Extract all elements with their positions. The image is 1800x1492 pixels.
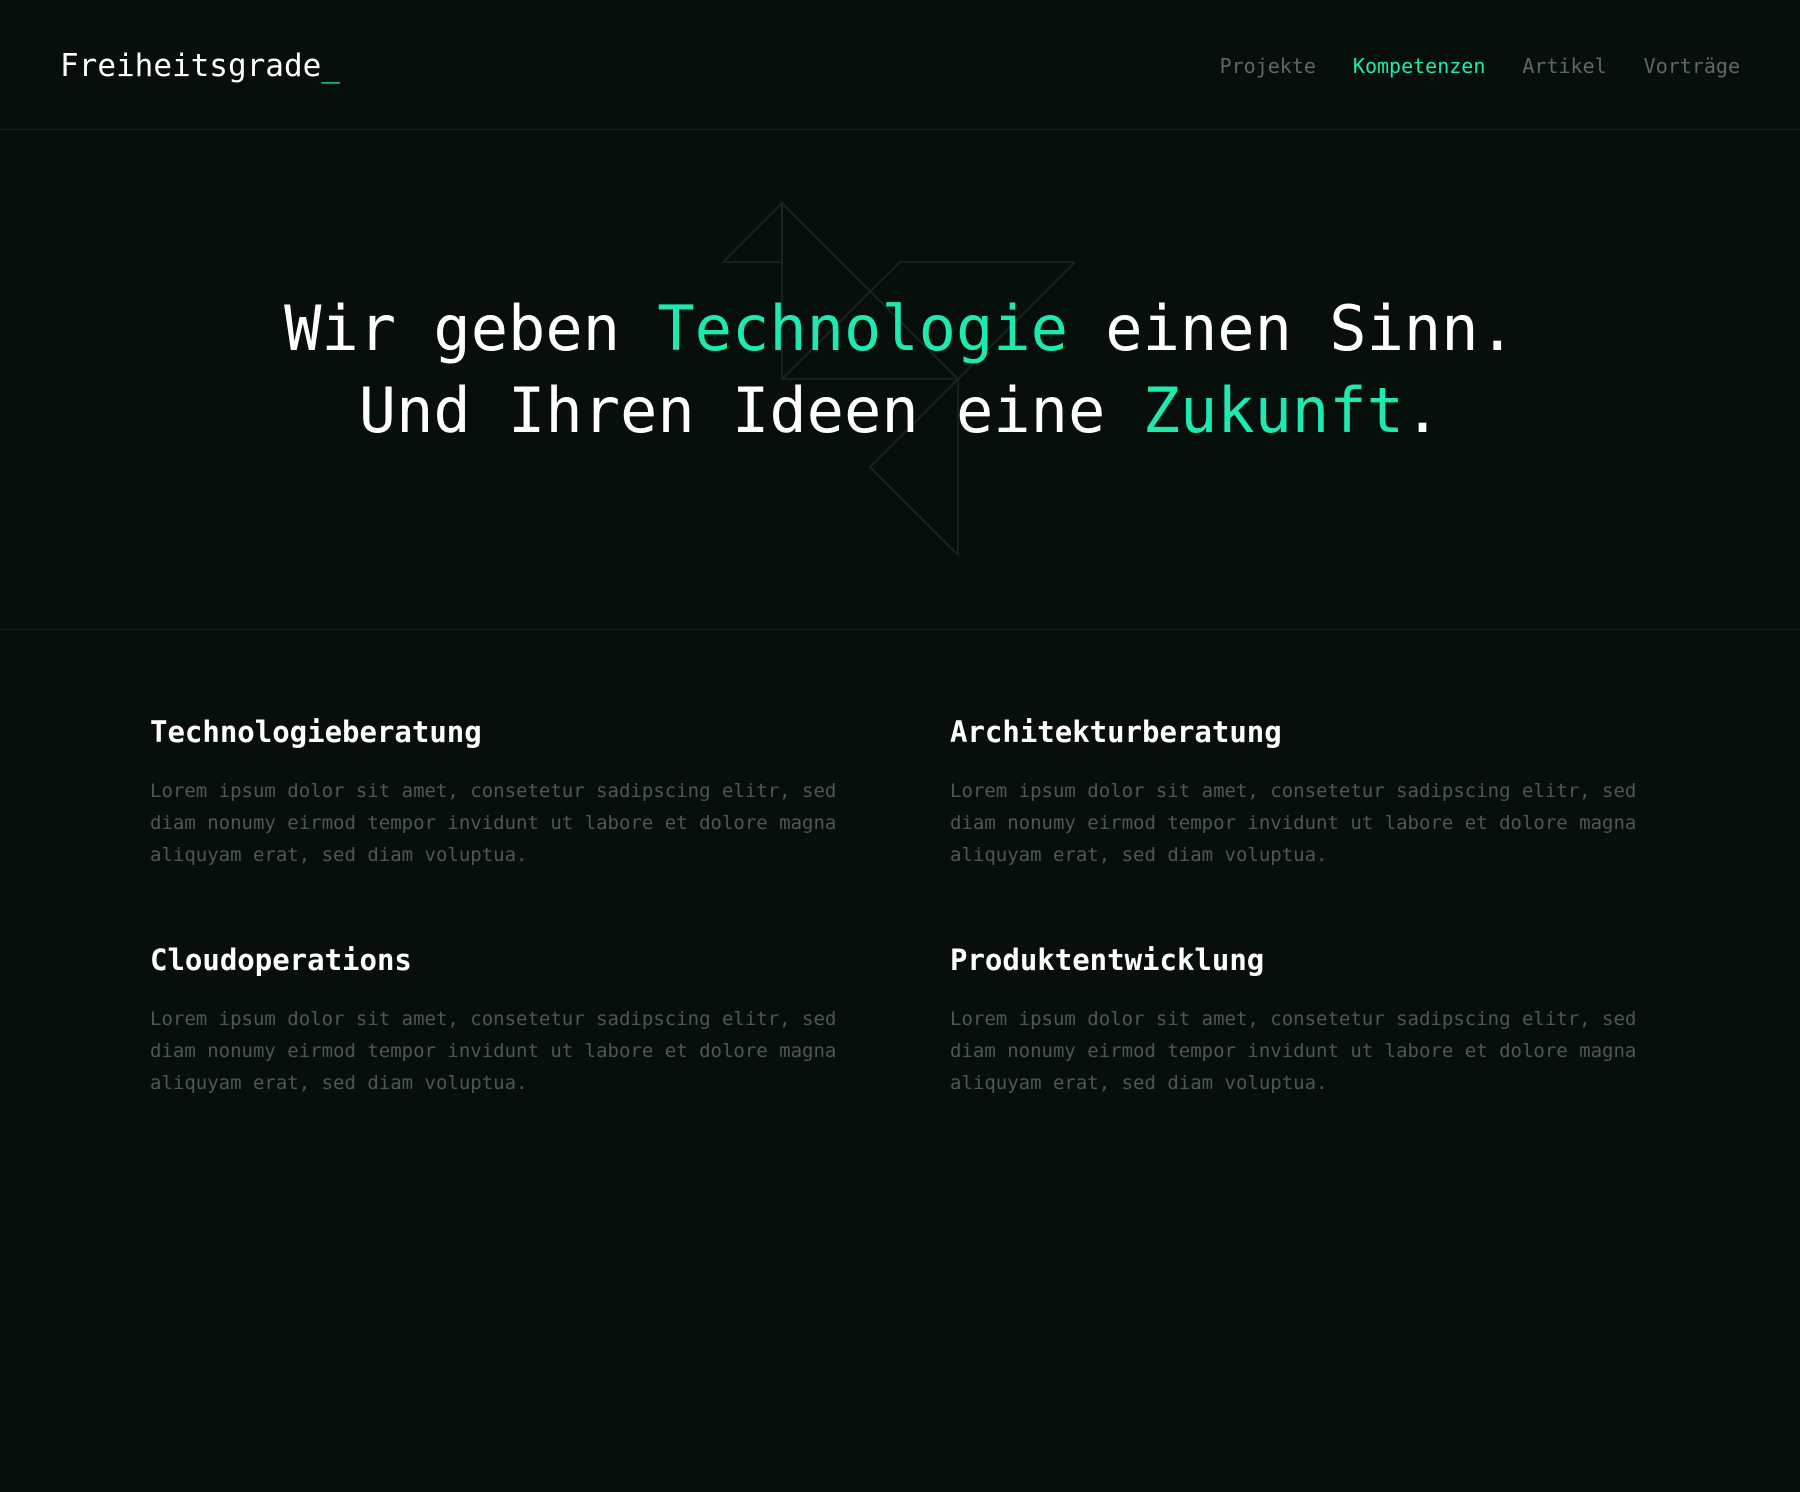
nav-item-kompetenzen[interactable]: Kompetenzen (1353, 54, 1485, 78)
service-description: Lorem ipsum dolor sit amet, consetetur s… (150, 1008, 837, 1094)
services-grid: Technologieberatung Lorem ipsum dolor si… (150, 715, 1650, 1099)
site-logo[interactable]: Freiheitsgrade_ (60, 48, 340, 84)
service-card: Architekturberatung Lorem ipsum dolor si… (950, 715, 1650, 871)
service-description: Lorem ipsum dolor sit amet, consetetur s… (150, 780, 837, 866)
hero-headline: Wir geben Technologie einen Sinn. Und Ih… (0, 288, 1800, 452)
hero-line-1-start: Wir geben (284, 292, 658, 365)
hero-line-2-start: Und Ihren Ideen eine (358, 374, 1143, 447)
main-nav: Projekte Kompetenzen Artikel Vorträge (1220, 54, 1740, 78)
service-description: Lorem ipsum dolor sit amet, consetetur s… (950, 780, 1637, 866)
site-header: Freiheitsgrade_ Projekte Kompetenzen Art… (0, 0, 1800, 130)
service-card: Technologieberatung Lorem ipsum dolor si… (150, 715, 950, 871)
hero-line-2: Und Ihren Ideen eine Zukunft. (0, 370, 1800, 452)
hero-section: Wir geben Technologie einen Sinn. Und Ih… (0, 130, 1800, 630)
service-title: Cloudoperations (150, 943, 412, 977)
nav-item-projekte[interactable]: Projekte (1220, 54, 1316, 78)
hero-line-2-end: . (1403, 374, 1442, 447)
nav-item-artikel[interactable]: Artikel (1522, 54, 1606, 78)
hero-line-1-end: einen Sinn. (1067, 292, 1516, 365)
hero-line-1: Wir geben Technologie einen Sinn. (0, 288, 1800, 370)
service-card: Produktentwicklung Lorem ipsum dolor sit… (950, 943, 1650, 1099)
service-card: Cloudoperations Lorem ipsum dolor sit am… (150, 943, 950, 1099)
logo-text: Freiheitsgrade (60, 48, 322, 84)
service-title: Technologieberatung (150, 715, 482, 749)
service-title: Architekturberatung (950, 715, 1282, 749)
nav-item-vortraege[interactable]: Vorträge (1644, 54, 1740, 78)
service-title: Produktentwicklung (950, 943, 1265, 977)
hero-accent-zukunft: Zukunft (1142, 374, 1404, 447)
hero-accent-technologie: Technologie (657, 292, 1068, 365)
service-description: Lorem ipsum dolor sit amet, consetetur s… (950, 1008, 1637, 1094)
logo-cursor: _ (321, 48, 340, 84)
